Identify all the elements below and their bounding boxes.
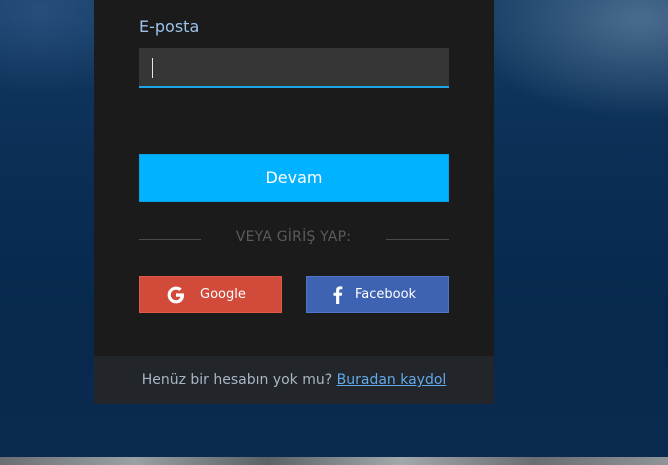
login-panel: E-posta Devam VEYA GİRİŞ YAP: Google Fac… [94,0,494,404]
facebook-label: Facebook [355,287,417,302]
background-strip [0,457,668,465]
email-field[interactable] [139,48,449,88]
google-label: Google [200,287,246,302]
signup-footer: Henüz bir hesabın yok mu? Buradan kaydol [94,356,494,404]
divider-line-left [139,239,201,240]
signup-prompt: Henüz bir hesabın yok mu? [141,372,333,388]
continue-button[interactable]: Devam [139,154,449,202]
or-login-divider: VEYA GİRİŞ YAP: [235,229,352,245]
divider-line-right [386,239,449,240]
google-icon [166,285,186,305]
signup-link[interactable]: Buradan kaydol [337,372,447,388]
facebook-icon [328,285,348,305]
email-label: E-posta [139,17,200,36]
text-caret [152,58,153,78]
google-login-button[interactable]: Google [139,276,282,313]
facebook-login-button[interactable]: Facebook [306,276,449,313]
